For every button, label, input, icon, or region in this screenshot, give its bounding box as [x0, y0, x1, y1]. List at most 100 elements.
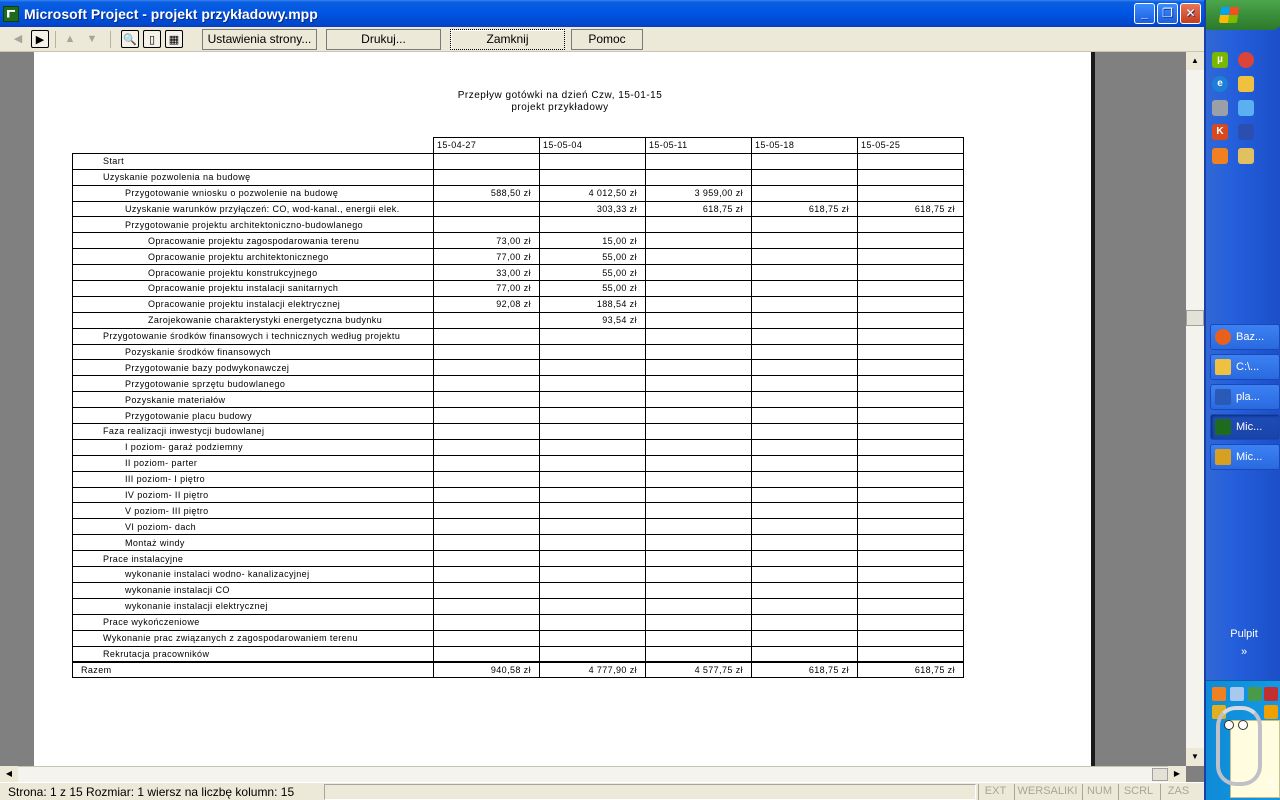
cash-value-cell — [857, 152, 964, 170]
cash-value-cell: 55,00 zł — [539, 248, 646, 266]
task-name-cell: Wykonanie prac związanych z zagospodarow… — [72, 629, 434, 647]
horizontal-scroll-thumb[interactable] — [1152, 768, 1168, 781]
restore-button[interactable]: ❐ — [1157, 3, 1178, 24]
cash-value-cell — [857, 184, 964, 202]
minimize-button[interactable]: _ — [1134, 3, 1155, 24]
save-disk-icon[interactable] — [1238, 124, 1254, 140]
cash-value-cell: 77,00 zł — [433, 248, 540, 266]
cash-value-cell — [751, 454, 858, 472]
cash-value-cell — [857, 264, 964, 282]
taskbar-item-ms-app[interactable]: Mic... — [1210, 444, 1280, 470]
help-button[interactable]: Pomoc — [571, 29, 643, 50]
cash-value-cell — [645, 295, 752, 313]
tools-icon[interactable] — [1238, 148, 1254, 164]
cash-value-cell — [857, 454, 964, 472]
cash-value-cell — [857, 502, 964, 520]
cash-value-cell — [645, 486, 752, 504]
task-name-cell: Prace instalacyjne — [72, 550, 434, 568]
zoom-icon[interactable]: 🔍 — [121, 30, 139, 48]
one-page-icon[interactable]: ▯ — [143, 30, 161, 48]
cash-value-cell — [645, 470, 752, 488]
print-preview-area[interactable]: Przepływ gotówki na dzień Czw, 15-01-15 … — [0, 52, 1186, 766]
taskbar-item-firefox[interactable]: Baz... — [1210, 324, 1280, 350]
horizontal-scrollbar[interactable]: ◀ ▶ — [0, 766, 1186, 782]
cash-value-cell — [751, 518, 858, 536]
tray-warning-icon[interactable] — [1264, 705, 1278, 719]
cash-value-cell — [751, 550, 858, 568]
window-titlebar[interactable]: Microsoft Project - projekt przykładowy.… — [0, 0, 1204, 27]
task-name-cell: III poziom- I piętro — [72, 470, 434, 488]
task-row: V poziom- III piętro — [72, 502, 964, 520]
total-value-cell: 618,75 zł — [857, 660, 964, 679]
task-name-cell: Opracowanie projektu architektonicznego — [72, 248, 434, 266]
page-up-icon[interactable]: ▲ — [61, 30, 79, 48]
task-name-cell: Przygotowanie środków finansowych i tech… — [72, 327, 434, 345]
scroll-right-icon[interactable]: ▶ — [1168, 766, 1186, 782]
tray-network-icon[interactable] — [1248, 687, 1262, 701]
page-down-icon[interactable]: ▼ — [83, 30, 101, 48]
date-header: 15-05-25 — [857, 137, 964, 154]
next-page-icon[interactable]: ▶ — [31, 30, 49, 48]
taskbar-item-word[interactable]: pla... — [1210, 384, 1280, 410]
outlook-express-icon[interactable] — [1238, 76, 1254, 92]
chevron-down-icon[interactable]: » — [1206, 646, 1280, 658]
tray-security-icon[interactable] — [1264, 687, 1278, 701]
report-title: Przepływ gotówki na dzień Czw, 15-01-15 — [457, 90, 663, 101]
taskbar-item-ms-project[interactable]: Mic... — [1210, 414, 1280, 440]
cash-value-cell — [751, 581, 858, 599]
previous-page-icon[interactable]: ◀ — [9, 30, 27, 48]
task-name: Przygotowanie projektu architektoniczno-… — [125, 219, 364, 230]
print-button[interactable]: Drukuj... — [326, 29, 441, 50]
cash-value-cell — [645, 629, 752, 647]
media-icon[interactable] — [1212, 100, 1228, 116]
task-row: Opracowanie projektu instalacji sanitarn… — [72, 280, 964, 297]
task-row: IV poziom- II piętro — [72, 486, 964, 504]
cash-value-cell — [433, 327, 540, 345]
cash-value-cell: 303,33 zł — [539, 200, 646, 218]
cash-value-cell — [433, 645, 540, 663]
task-name-cell: wykonanie instalaci wodno- kanalizacyjne… — [72, 566, 434, 583]
vertical-scrollbar[interactable]: ▲ ▼ — [1186, 52, 1204, 766]
scroll-down-icon[interactable]: ▼ — [1186, 748, 1204, 766]
cash-value-cell — [857, 486, 964, 504]
cash-value-cell — [645, 645, 752, 663]
task-row: Przygotowanie wniosku o pozwolenie na bu… — [72, 184, 964, 202]
task-row: II poziom- parter — [72, 454, 964, 472]
cash-value-cell — [751, 280, 858, 297]
task-row: Prace instalacyjne — [72, 550, 964, 568]
tray-app-icon[interactable] — [1212, 687, 1226, 701]
multiple-pages-icon[interactable]: ▦ — [165, 30, 183, 48]
taskbar-item-label: Mic... — [1236, 451, 1263, 463]
cash-value-cell — [433, 518, 540, 536]
internet-explorer-icon[interactable]: e — [1212, 76, 1228, 92]
cash-value-cell — [751, 359, 858, 377]
task-name: Opracowanie projektu konstrukcyjnego — [148, 267, 318, 278]
kt-icon[interactable]: K — [1212, 124, 1228, 140]
start-button[interactable] — [1206, 0, 1280, 30]
vlc-icon[interactable] — [1212, 148, 1228, 164]
show-desktop-icon[interactable] — [1238, 100, 1254, 116]
office-assistant-clippy[interactable] — [1216, 706, 1262, 786]
page-setup-button[interactable]: Ustawienia strony... — [202, 29, 317, 50]
cash-value-cell — [751, 502, 858, 520]
task-row: Pozyskanie materiałów — [72, 391, 964, 409]
close-window-button[interactable]: ✕ — [1180, 3, 1201, 24]
chrome-icon[interactable] — [1238, 52, 1254, 68]
cash-value-cell — [433, 534, 540, 552]
task-name: II poziom- parter — [125, 458, 198, 469]
task-name: Opracowanie projektu instalacji elektryc… — [148, 299, 341, 310]
utorrent-icon[interactable]: µ — [1212, 52, 1228, 68]
scroll-up-icon[interactable]: ▲ — [1186, 52, 1204, 70]
taskbar-item-explorer[interactable]: C:\... — [1210, 354, 1280, 380]
desktop-toolbar-label[interactable]: Pulpit — [1206, 628, 1280, 640]
close-preview-button[interactable]: Zamknij — [450, 29, 565, 50]
cash-value-cell — [857, 327, 964, 345]
scroll-left-icon[interactable]: ◀ — [0, 766, 18, 782]
task-name: Przygotowanie wniosku o pozwolenie na bu… — [125, 188, 339, 199]
vertical-scroll-thumb[interactable] — [1186, 310, 1204, 326]
cash-value-cell — [539, 581, 646, 599]
total-value-cell: 618,75 zł — [751, 660, 858, 679]
task-row: Start — [72, 152, 964, 170]
tray-search-icon[interactable] — [1230, 687, 1244, 701]
task-name-cell: Opracowanie projektu konstrukcyjnego — [72, 264, 434, 282]
